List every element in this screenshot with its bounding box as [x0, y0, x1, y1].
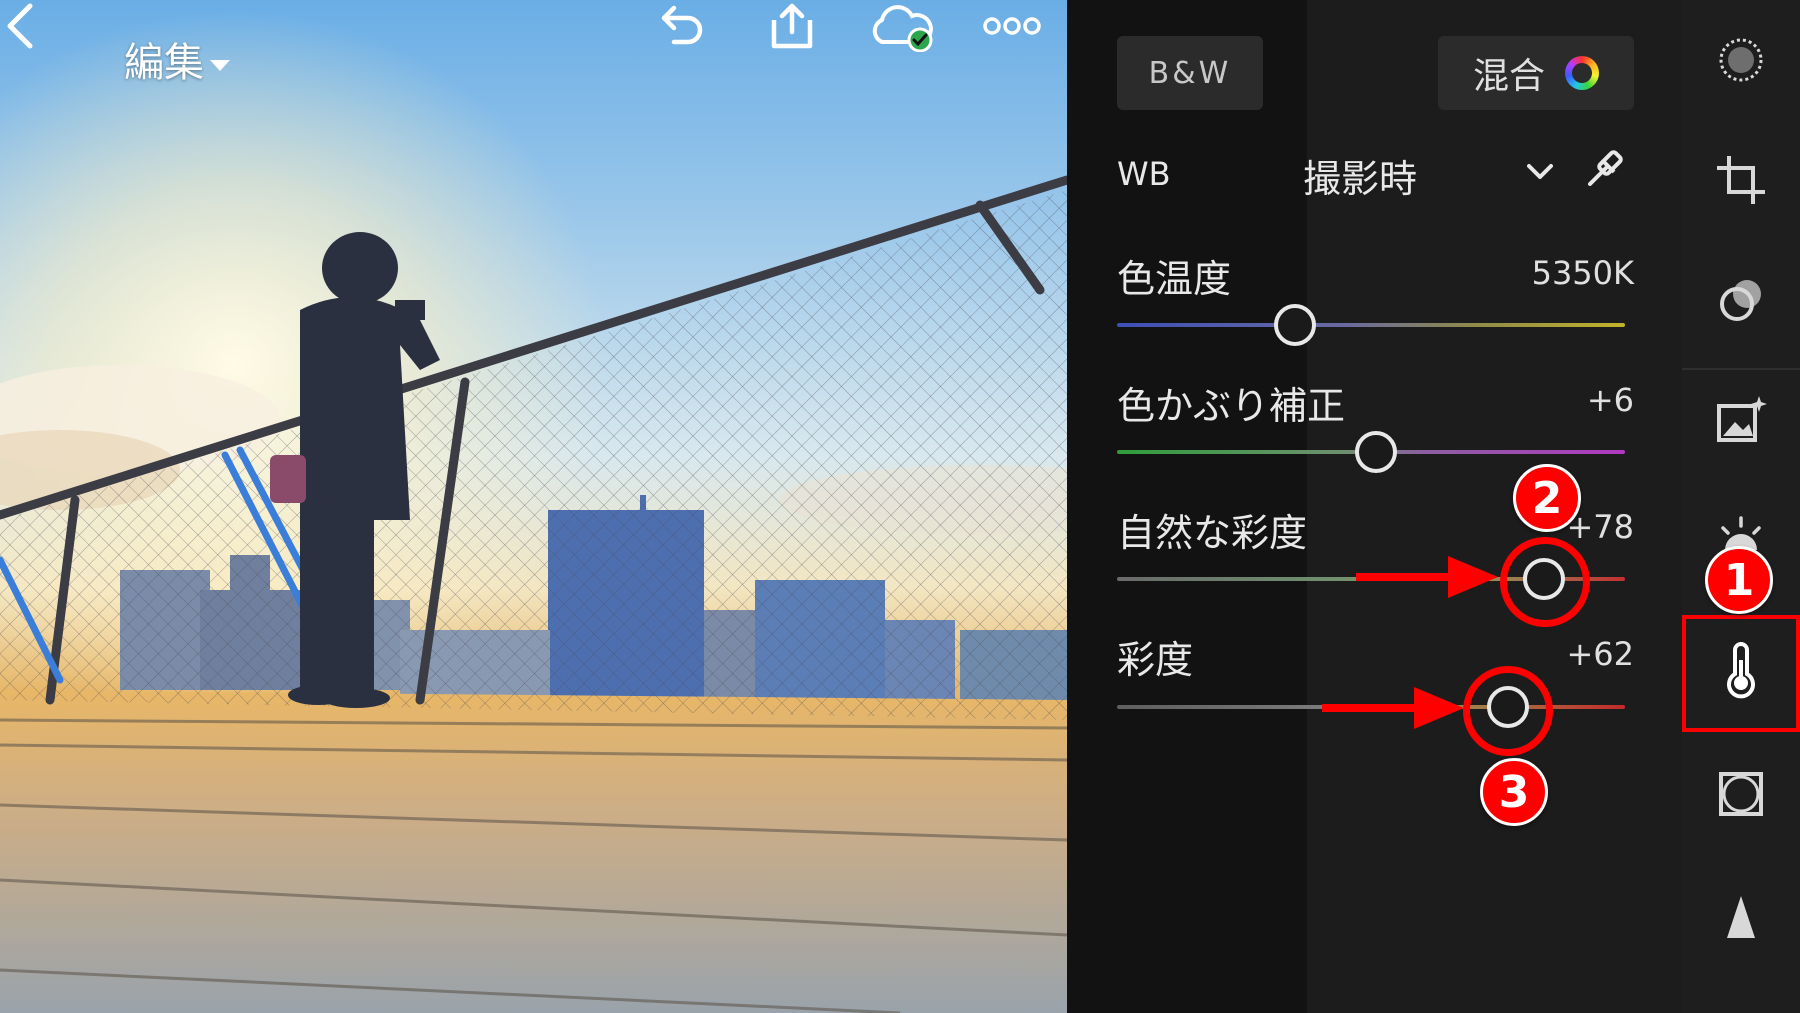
edit-mode-dropdown[interactable]: 編集 — [124, 30, 230, 88]
step-badge-3: 3 — [1480, 758, 1548, 826]
arrow-to-vibrance — [1356, 556, 1498, 598]
color-wheel-icon — [1565, 56, 1599, 90]
back-icon[interactable] — [0, 0, 40, 52]
color-panel: B&W 混合 WB 撮影時 色温度 5350K 色かぶり補正 +6 自然な彩度 … — [1067, 0, 1682, 1013]
tint-label: 色かぶり補正 — [1117, 384, 1346, 428]
eyedropper-icon[interactable] — [1582, 146, 1628, 192]
top-bar: 編集 — [0, 0, 1067, 110]
tint-slider-knob[interactable] — [1355, 431, 1398, 473]
saturation-value: +62 — [1566, 635, 1634, 673]
photo-canvas: 編集 — [0, 0, 1067, 1013]
undo-icon[interactable] — [652, 0, 708, 52]
tint-value: +6 — [1586, 381, 1634, 419]
temp-label: 色温度 — [1117, 257, 1232, 301]
step-badge-2: 2 — [1513, 464, 1581, 532]
photo-scene — [0, 0, 1067, 1013]
tool-strip — [1682, 0, 1800, 1013]
step-badge-1: 1 — [1705, 546, 1773, 614]
highlight-vibrance-knob — [1500, 537, 1590, 627]
presets-icon[interactable] — [1711, 390, 1771, 450]
vibrance-label: 自然な彩度 — [1117, 511, 1308, 555]
share-icon[interactable] — [764, 0, 820, 52]
selective-icon[interactable] — [1711, 30, 1771, 90]
temp-slider-knob[interactable] — [1273, 304, 1316, 346]
more-icon[interactable] — [982, 0, 1042, 52]
crop-icon[interactable] — [1711, 150, 1771, 210]
bw-label: B&W — [1148, 55, 1232, 91]
temp-slider[interactable] — [1117, 323, 1625, 327]
color-mix-label: 混合 — [1472, 56, 1545, 97]
healing-icon[interactable] — [1711, 270, 1771, 330]
arrow-to-saturation — [1322, 687, 1464, 729]
wb-preset-select[interactable]: 撮影時 — [1303, 148, 1417, 203]
highlight-color-tool — [1682, 615, 1800, 732]
vignette-icon[interactable] — [1711, 764, 1771, 824]
highlight-saturation-knob — [1463, 666, 1553, 756]
bw-button[interactable]: B&W — [1117, 36, 1263, 110]
wb-label: WB — [1117, 155, 1171, 193]
chevron-down-icon[interactable] — [1525, 160, 1555, 184]
cloud-synced-icon[interactable] — [866, 0, 936, 52]
saturation-label: 彩度 — [1117, 638, 1194, 682]
color-mix-button[interactable]: 混合 — [1438, 36, 1634, 110]
detail-icon[interactable] — [1711, 888, 1771, 948]
edit-mode-label: 編集 — [124, 40, 204, 86]
chevron-down-icon — [210, 59, 230, 71]
toolbar-divider — [1682, 368, 1800, 370]
temp-value: 5350K — [1531, 254, 1634, 292]
